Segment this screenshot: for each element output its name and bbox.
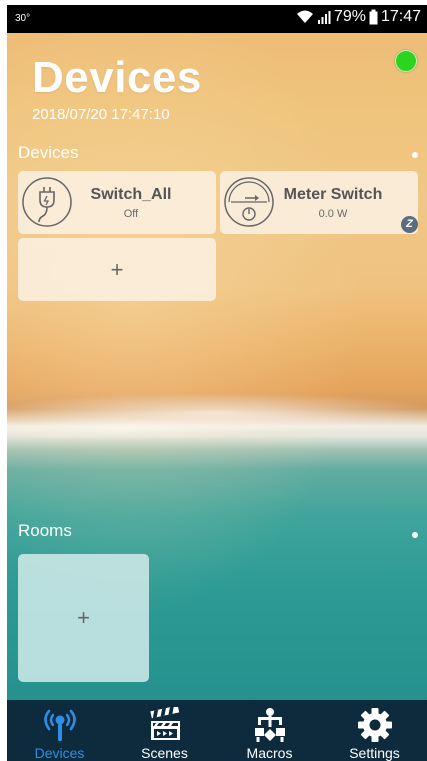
connection-status-indicator: [395, 50, 417, 72]
battery-icon: [369, 9, 378, 25]
device-name: Switch_All: [90, 186, 172, 203]
phone-screen: 30° 79% 17:47 Devices 2018/07/20 17:47:1…: [7, 5, 427, 761]
plug-icon: [21, 176, 73, 228]
nav-scenes[interactable]: Scenes: [112, 700, 217, 761]
signal-icon: [317, 9, 331, 25]
rooms-page-dot: [412, 532, 418, 538]
nav-macros[interactable]: Macros: [217, 700, 322, 761]
devices-icon: [40, 707, 80, 743]
device-status: 0.0 W: [318, 208, 348, 220]
device-card-meter-switch[interactable]: Meter Switch 0.0 W Z: [220, 171, 418, 234]
nav-label: Settings: [349, 745, 400, 761]
clock: 17:47: [380, 8, 421, 25]
macros-icon: [250, 707, 290, 743]
bottom-navigation: Devices Scenes Macros Settings: [7, 700, 427, 761]
add-device-button[interactable]: +: [18, 238, 216, 301]
rooms-section-title: Rooms: [18, 521, 72, 540]
add-room-button[interactable]: +: [18, 554, 149, 682]
nav-settings[interactable]: Settings: [322, 700, 427, 761]
device-card-switch-all[interactable]: Switch_All Off: [18, 171, 216, 234]
meter-icon: [223, 176, 275, 228]
temperature-indicator: 30°: [15, 13, 31, 24]
nav-label: Devices: [34, 745, 85, 761]
gear-icon: [355, 707, 395, 743]
nav-label: Scenes: [141, 745, 188, 761]
nav-devices[interactable]: Devices: [7, 700, 112, 761]
device-status: Off: [123, 208, 139, 220]
wifi-icon: [296, 9, 314, 25]
status-bar: 30° 79% 17:47: [7, 5, 427, 33]
nav-label: Macros: [246, 745, 293, 761]
page-title: Devices: [32, 53, 202, 102]
devices-page-dot: [412, 152, 418, 158]
clapperboard-icon: [145, 705, 185, 743]
device-name: Meter Switch: [283, 186, 383, 203]
zwave-icon: Z: [401, 216, 418, 233]
status-icons: 79% 17:47: [296, 8, 421, 26]
page-datetime: 2018/07/20 17:47:10: [32, 106, 170, 123]
battery-percent: 79%: [333, 8, 366, 25]
devices-section-title: Devices: [18, 143, 79, 162]
